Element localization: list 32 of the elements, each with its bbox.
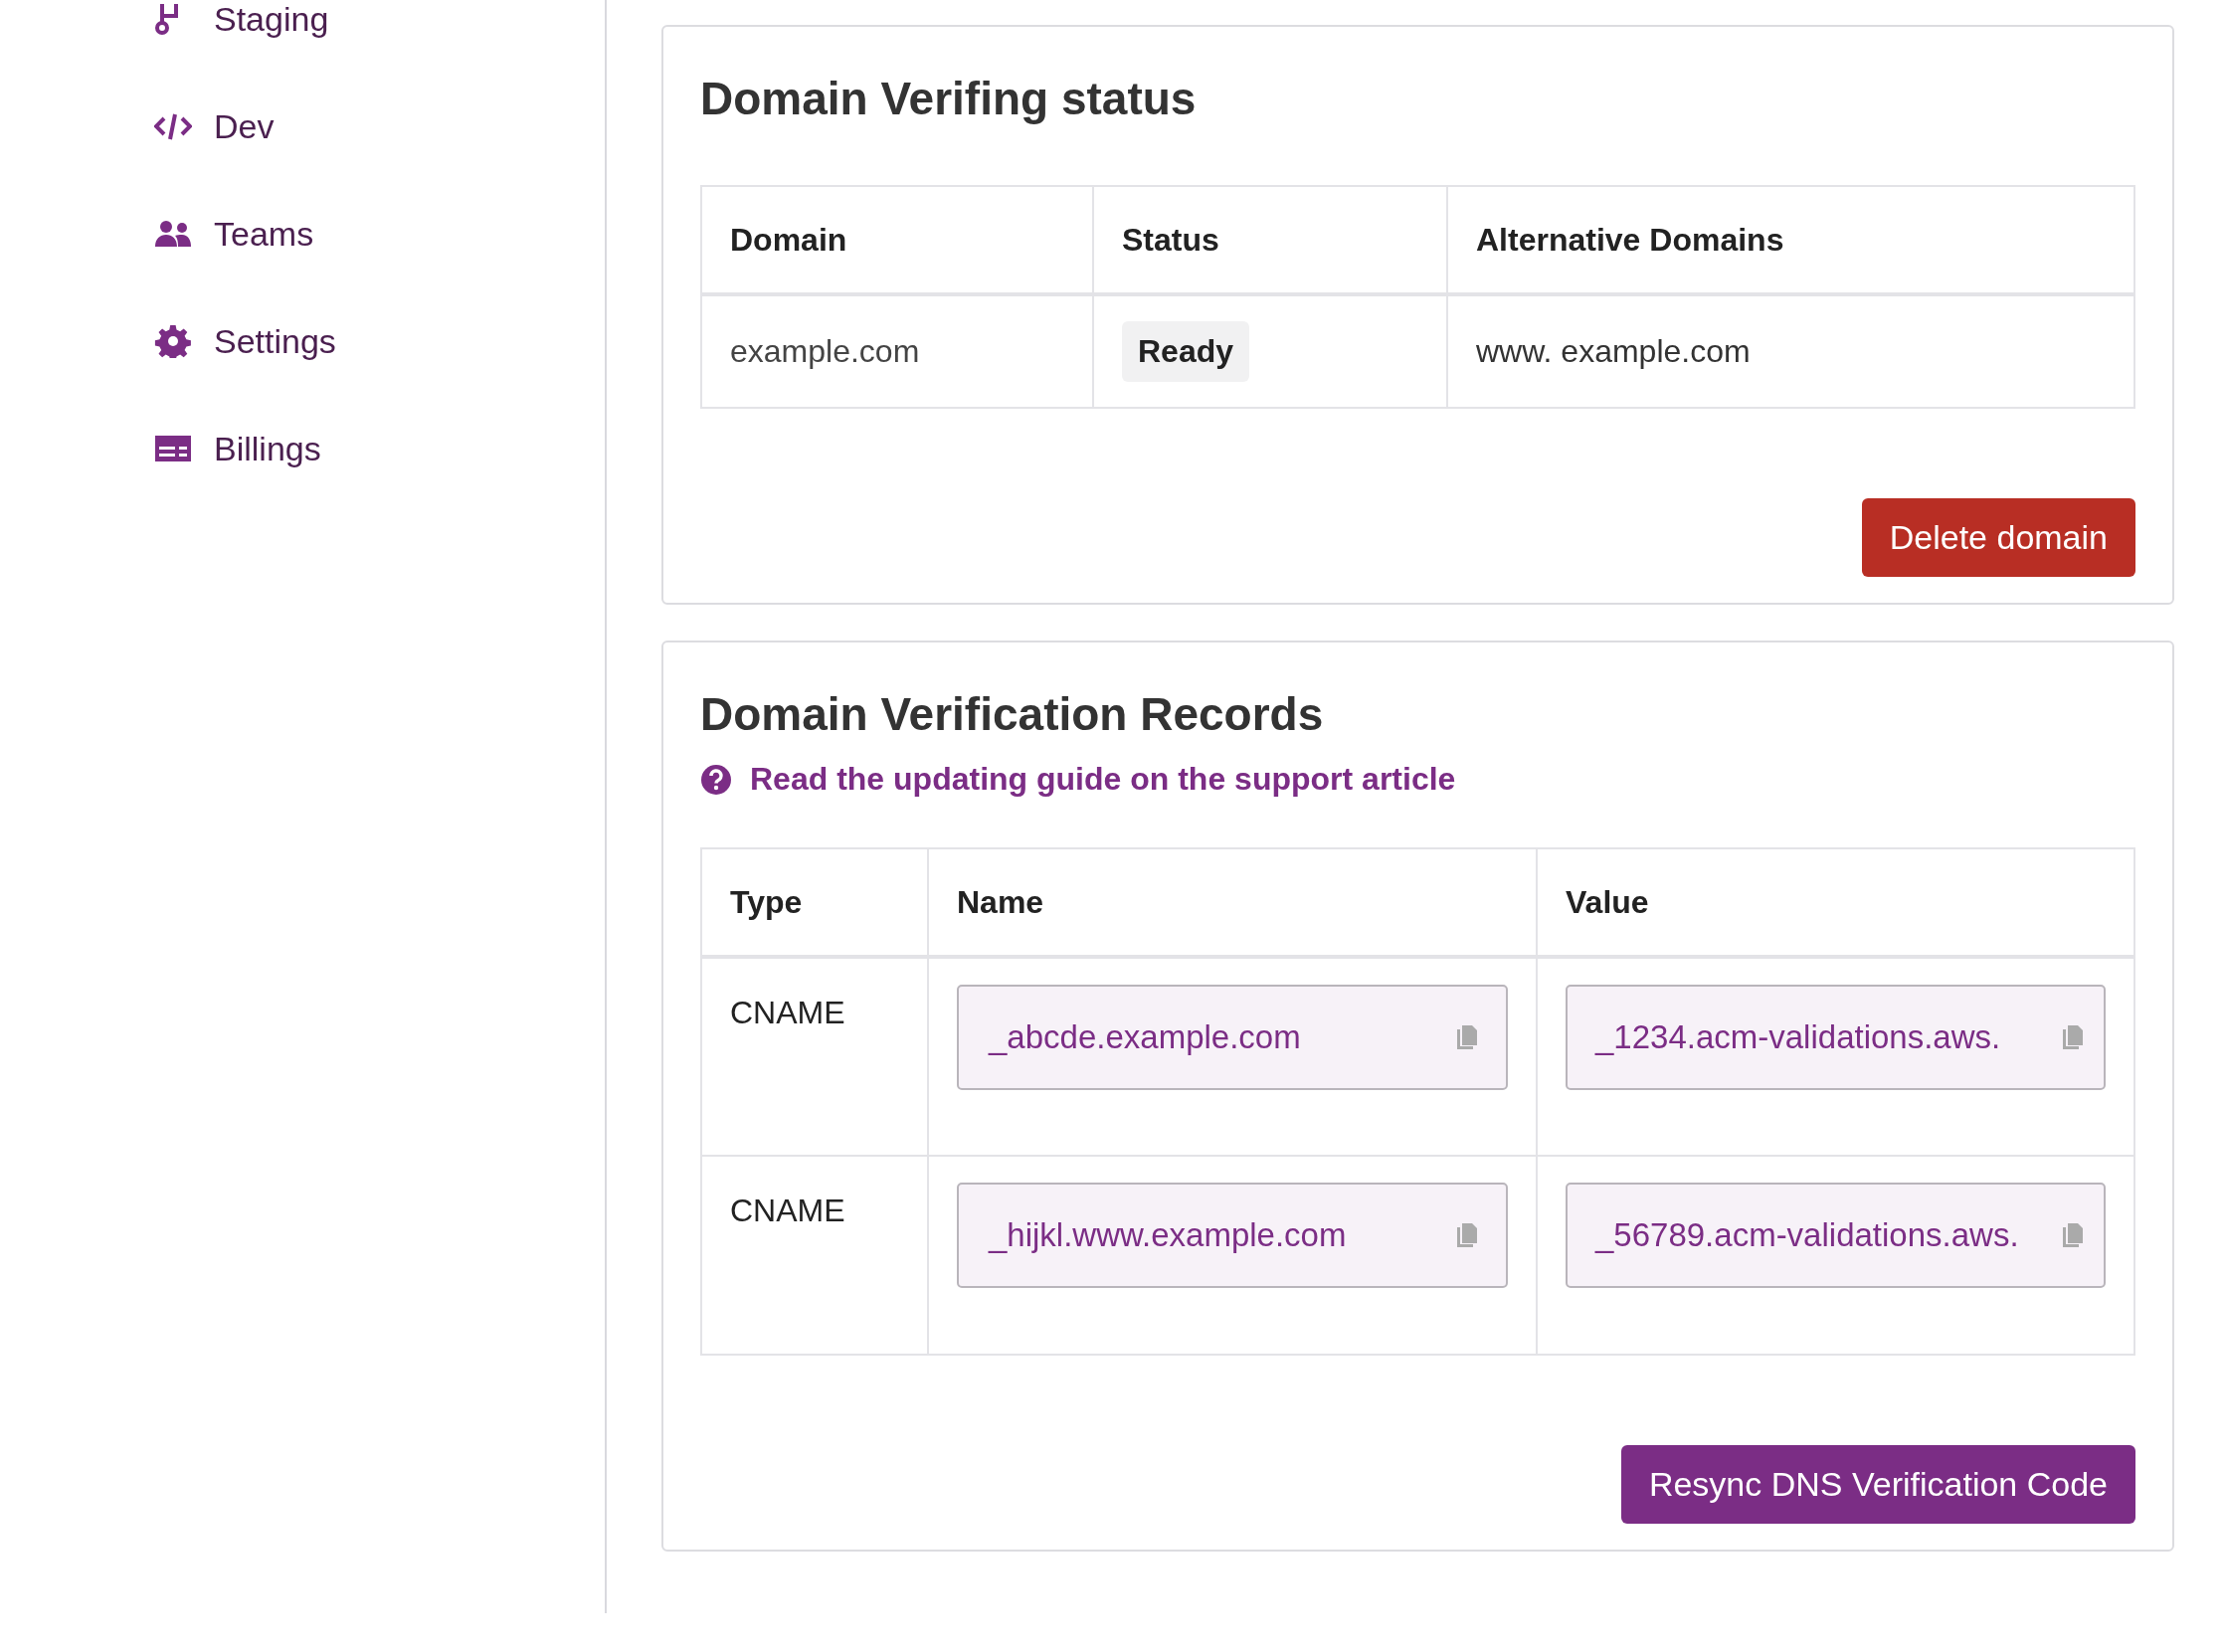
copy-icon[interactable]	[1456, 1222, 1478, 1248]
record-value-field[interactable]: _1234.acm-validations.aws.	[1566, 985, 2106, 1090]
sidebar-item[interactable]: Dev	[154, 107, 605, 145]
sidebar-item[interactable]: Teams	[154, 215, 605, 253]
branch-icon	[154, 2, 180, 36]
sidebar-item[interactable]: Staging	[154, 0, 605, 38]
column-header: Type	[701, 848, 928, 957]
sidebar-item[interactable]: Settings	[154, 322, 605, 360]
record-type: CNAME	[730, 995, 845, 1030]
copy-icon[interactable]	[2062, 1024, 2084, 1050]
domain-text: example.com	[730, 333, 920, 369]
record-value-field[interactable]: _56789.acm-validations.aws.	[1566, 1183, 2106, 1288]
record-type: CNAME	[730, 1193, 845, 1228]
delete-domain-button[interactable]: Delete domain	[1861, 498, 2135, 577]
section-title: Domain Verifing status	[700, 72, 1198, 125]
section-title: Domain Verification Records	[700, 687, 1325, 741]
resync-button[interactable]: Resync DNS Verification Code	[1620, 1445, 2135, 1524]
settings-icon	[154, 324, 192, 358]
sidebar-item[interactable]: Billings	[154, 430, 605, 467]
column-header: Domain	[701, 186, 1093, 294]
copy-icon[interactable]	[1456, 1024, 1478, 1050]
support-link[interactable]: Read the updating guide on the support article	[700, 761, 1456, 798]
column-header: Status	[1093, 186, 1447, 294]
alternative-domain-text: www. example.com	[1476, 333, 1751, 369]
column-header: Name	[928, 848, 1537, 957]
column-header: Value	[1537, 848, 2134, 957]
column-header: Alternative Domains	[1447, 186, 2134, 294]
help-icon	[700, 763, 732, 796]
status-badge: Ready	[1122, 321, 1250, 382]
record-name-field[interactable]: _abcde.example.com	[957, 985, 1508, 1090]
copy-icon[interactable]	[2062, 1222, 2084, 1248]
record-name-field[interactable]: _hijkl.www.example.com	[957, 1183, 1508, 1288]
